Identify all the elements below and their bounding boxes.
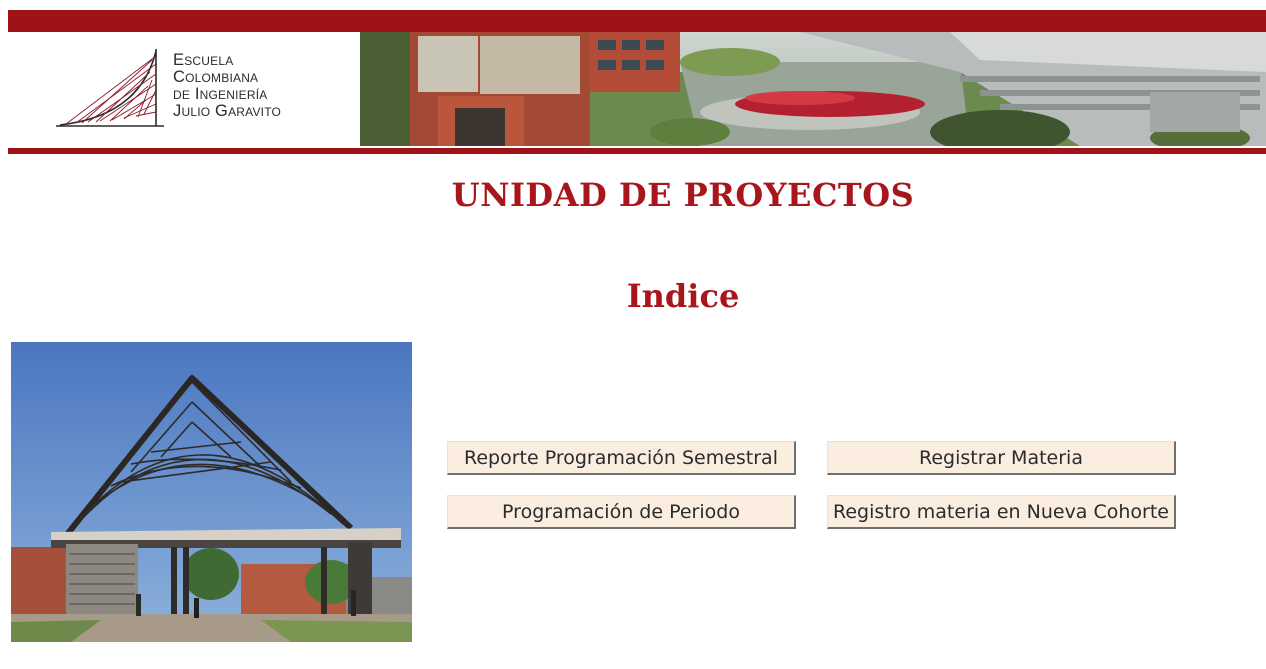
registrar-materia-button[interactable]: Registrar Materia: [827, 441, 1176, 475]
programacion-de-periodo-button[interactable]: Programación de Periodo: [447, 495, 796, 529]
banner-bottom-bar: [8, 148, 1266, 154]
school-name-line-2: Colombiana: [173, 68, 259, 86]
school-logo: Escuela Colombiana de Ingeniería Julio G…: [8, 32, 360, 146]
page-title: UNIDAD DE PROYECTOS: [451, 176, 915, 214]
registro-materia-nueva-cohorte-button[interactable]: Registro materia en Nueva Cohorte: [827, 495, 1176, 529]
campus-gate-photo: [11, 342, 412, 642]
school-name-line-4: Julio Garavito: [173, 102, 282, 120]
school-logo-icon: [56, 49, 164, 127]
banner-top-bar: [8, 10, 1266, 32]
school-name-line-3: de Ingeniería: [173, 85, 268, 103]
campus-aerial-photo: [360, 32, 1266, 146]
section-title: Indice: [626, 277, 740, 315]
header-banner: Escuela Colombiana de Ingeniería Julio G…: [8, 10, 1266, 154]
reporte-programacion-semestral-button[interactable]: Reporte Programación Semestral: [447, 441, 796, 475]
school-name: Escuela Colombiana de Ingeniería Julio G…: [173, 52, 281, 120]
school-name-line-1: Escuela: [173, 51, 234, 69]
